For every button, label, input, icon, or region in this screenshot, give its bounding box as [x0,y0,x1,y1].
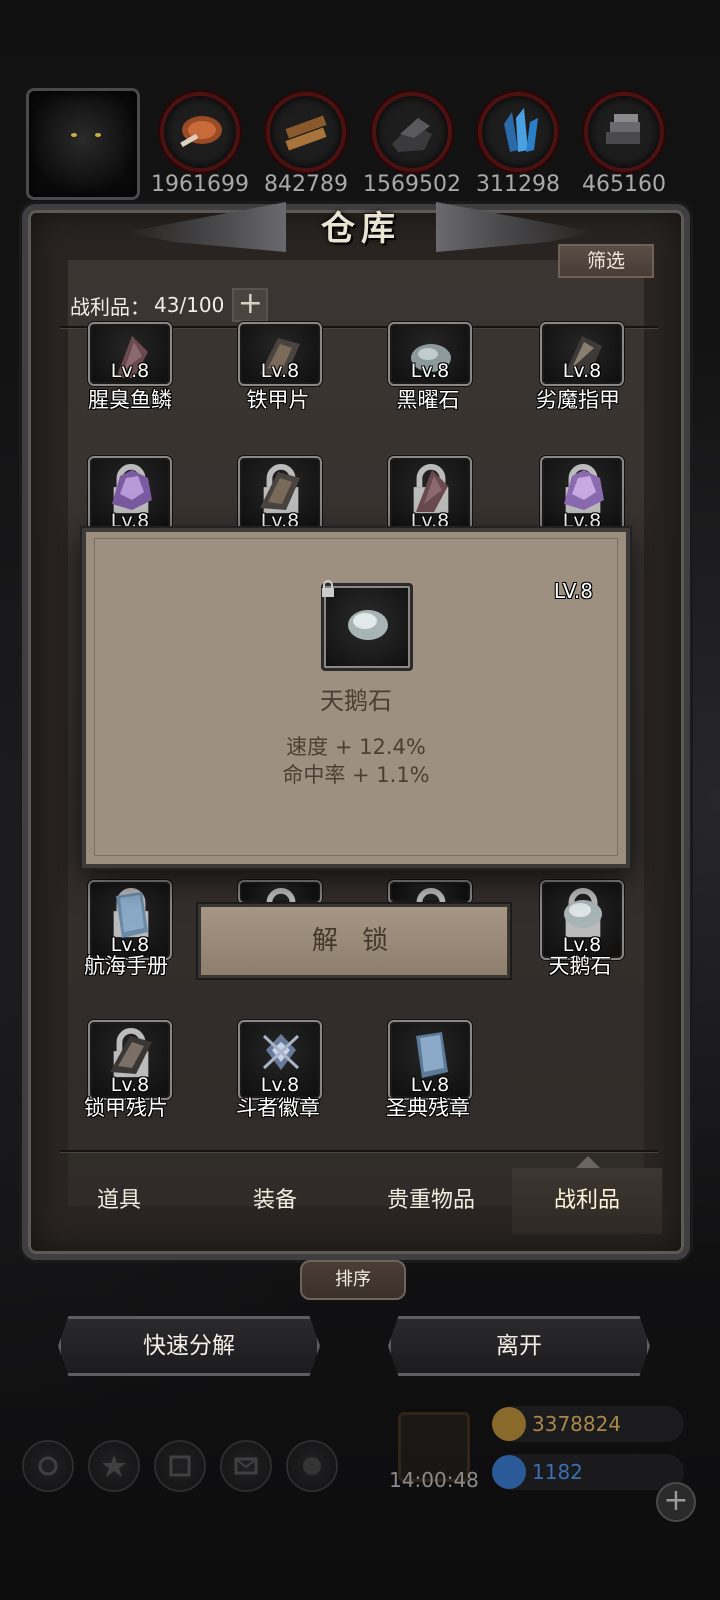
item-name: 圣典残章 [386,1096,470,1120]
title-plate: 仓库 [126,190,486,260]
hero-icon[interactable] [88,1440,140,1492]
settings-icon[interactable] [22,1440,74,1492]
gold-icon [492,1407,526,1441]
item-level: Lv.8 [410,360,450,382]
gift-timer: 14:00:48 [389,1468,479,1492]
tab-equipment[interactable]: 装备 [200,1168,350,1234]
add-currency-button[interactable]: + [656,1482,696,1522]
badge-icon [262,1034,300,1070]
tab-valuables[interactable]: 贵重物品 [356,1168,506,1234]
popup-level: LV.8 [553,579,593,603]
item-name: 铁甲片 [246,388,310,412]
divider-bottom [60,1150,658,1152]
fish-scale-icon [416,470,448,512]
item-name: 斗者徽章 [236,1096,320,1120]
item-level: Lv.8 [110,360,150,382]
loot-count-value: 43/100 [154,293,225,317]
lock-icon [322,580,334,597]
item-slot[interactable]: Lv.8 [388,322,472,386]
meat-icon[interactable] [160,92,240,172]
popup-inner: LV.8 天鹅石 速度 + 12.4% 命中率 + 1.1% [94,538,618,856]
item-name: 航海手册 [84,954,168,978]
item-slot[interactable]: Lv.8 [540,880,624,960]
gold-value: 3378824 [532,1412,622,1436]
item-slot[interactable]: Lv.8 [540,322,624,386]
panel-title: 仓库 [321,208,401,249]
popup-item-name: 天鹅石 [320,687,392,715]
item-slot[interactable]: Lv.8 [88,880,172,960]
manual-icon [116,892,148,938]
amethyst-icon [564,470,604,510]
popup-stat-accuracy: 命中率 + 1.1% [282,763,430,787]
iron-icon[interactable] [584,92,664,172]
sort-button[interactable]: 排序 [300,1260,406,1300]
item-slot[interactable]: Lv.8 [88,456,172,536]
item-slot[interactable]: Lv.8 [238,456,322,536]
swan-stone-icon [564,900,602,928]
item-name: 腥臭鱼鳞 [88,388,172,412]
item-name: 黑曜石 [396,388,460,412]
scripture-icon [416,1032,448,1078]
popup-item-icon [321,580,413,671]
gem-display: 1182 [492,1454,684,1490]
gem-value: 1182 [532,1460,583,1484]
swan-stone-icon [348,610,388,640]
stone-icon[interactable] [372,92,452,172]
quick-decompose-button[interactable]: 快速分解 [58,1316,320,1376]
loot-count-label: 战利品： [70,294,150,319]
item-slot[interactable]: Lv.8 [238,1020,322,1100]
item-slot[interactable]: Lv.8 [388,1020,472,1100]
chain-fragment-icon [110,1036,152,1074]
item-level: Lv.8 [260,360,300,382]
item-slot[interactable] [238,880,322,938]
resource-bar: 1961699 842789 1569502 311298 465160 [26,88,706,200]
item-name: 天鹅石 [548,954,612,978]
gold-display: 3378824 [492,1406,684,1442]
item-slot[interactable] [388,880,472,938]
popup-stat-speed: 速度 + 12.4% [286,735,426,759]
crystal-icon[interactable] [478,92,558,172]
guild-icon[interactable] [286,1440,338,1492]
item-slot[interactable]: Lv.8 [88,1020,172,1100]
player-avatar[interactable] [26,88,140,200]
item-slot[interactable]: Lv.8 [388,456,472,536]
item-slot[interactable]: Lv.8 [540,456,624,536]
item-detail-popup: LV.8 天鹅石 速度 + 12.4% 命中率 + 1.1% [82,528,630,868]
item-level: Lv.8 [562,360,602,382]
tab-loot[interactable]: 战利品 [512,1168,662,1234]
item-name: 锁甲残片 [84,1096,168,1120]
map-icon[interactable] [154,1440,206,1492]
filter-button[interactable]: 筛选 [558,244,654,278]
avatar-eyes [67,133,105,143]
expand-capacity-button[interactable]: + [232,288,269,322]
item-name: 劣魔指甲 [536,388,620,412]
iron-plate-icon [260,472,300,510]
tab-items[interactable]: 道具 [44,1168,194,1234]
wood-icon[interactable] [266,92,346,172]
amethyst-icon [112,470,152,510]
unlock-button[interactable]: 解 锁 [198,904,510,978]
loot-count-row: 战利品： 43/100 + [70,288,269,322]
leave-button[interactable]: 离开 [388,1316,650,1376]
mail-icon[interactable] [220,1440,272,1492]
iron-value: 465160 [582,172,666,197]
gem-icon [492,1455,526,1489]
item-slot[interactable]: Lv.8 [238,322,322,386]
item-slot[interactable]: Lv.8 [88,322,172,386]
